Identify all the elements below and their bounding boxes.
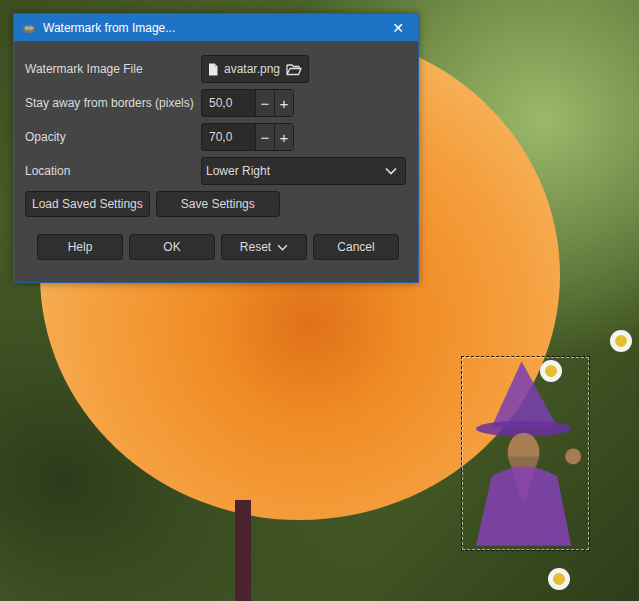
increase-button[interactable]: + [274, 90, 293, 116]
gimp-logo-icon [21, 22, 37, 34]
wizard-watermark-icon [462, 357, 589, 550]
button-label: OK [163, 240, 180, 254]
decrease-button[interactable]: − [255, 90, 274, 116]
decrease-button[interactable]: − [255, 124, 274, 150]
file-chooser[interactable]: avatar.png [201, 55, 309, 83]
settings-buttons: Load Saved SettingsSave Settings [25, 191, 406, 217]
watermark-dialog: Watermark from Image... ✕ Watermark Imag… [13, 13, 419, 283]
spin-entry[interactable]: 70,0 [202, 124, 255, 150]
field-control: 70,0 − + [201, 123, 406, 151]
selection-marquee[interactable] [461, 356, 590, 551]
dialog-body: Watermark Image File avatar.png Stay awa… [14, 41, 418, 282]
field-label: Location [25, 164, 201, 178]
dialog-button[interactable]: Reset [221, 234, 307, 260]
stem-photo [235, 500, 251, 601]
file-name: avatar.png [224, 62, 280, 76]
location-dropdown[interactable]: Lower Right [201, 157, 406, 185]
window-title: Watermark from Image... [43, 21, 382, 35]
dropdown-value: Lower Right [206, 164, 270, 178]
folder-open-icon [286, 63, 302, 76]
gimp-canvas[interactable]: Watermark from Image... ✕ Watermark Imag… [0, 0, 639, 601]
document-icon [208, 63, 218, 76]
daisy-photo [610, 330, 632, 352]
field-control: Lower Right [201, 157, 406, 185]
dialog-buttons: Help OK Reset Cancel [25, 234, 406, 260]
button-label: Help [68, 240, 93, 254]
button-label: Reset [240, 240, 271, 254]
settings-button[interactable]: Load Saved Settings [25, 191, 150, 217]
chevron-down-icon [385, 167, 397, 175]
spin-button: 50,0 − + [201, 89, 294, 117]
increase-button[interactable]: + [274, 124, 293, 150]
dialog-button[interactable]: OK [129, 234, 215, 260]
spin-entry[interactable]: 50,0 [202, 90, 255, 116]
settings-button[interactable]: Save Settings [156, 191, 280, 217]
field-label: Stay away from borders (pixels) [25, 96, 201, 110]
field-label: Opacity [25, 130, 201, 144]
chevron-down-icon [277, 244, 288, 251]
button-label: Cancel [337, 240, 374, 254]
spin-button: 70,0 − + [201, 123, 294, 151]
daisy-photo [540, 360, 562, 382]
field-control: avatar.png [201, 55, 406, 83]
title-bar[interactable]: Watermark from Image... ✕ [14, 14, 418, 41]
field-control: 50,0 − + [201, 89, 406, 117]
field-label: Watermark Image File [25, 62, 201, 76]
close-button[interactable]: ✕ [388, 20, 408, 36]
dialog-button[interactable]: Help [37, 234, 123, 260]
dialog-button[interactable]: Cancel [313, 234, 399, 260]
daisy-photo [548, 568, 570, 590]
settings-form: Watermark Image File avatar.png Stay awa… [25, 55, 406, 185]
